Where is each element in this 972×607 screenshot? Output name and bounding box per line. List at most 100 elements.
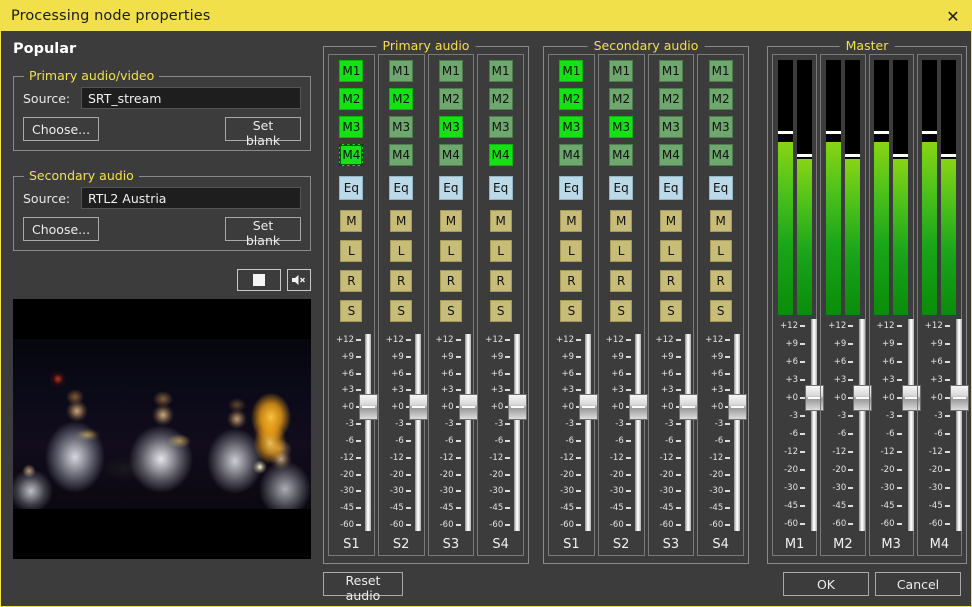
master-fader-handle[interactable]	[949, 384, 969, 411]
fader-track[interactable]	[514, 334, 521, 531]
fader-handle[interactable]	[579, 394, 598, 421]
matrix-button-m1[interactable]: M1	[559, 60, 584, 82]
matrix-button-m3[interactable]: M3	[609, 116, 634, 138]
pan-button-s[interactable]: S	[439, 300, 462, 322]
matrix-button-m4[interactable]: M4	[339, 144, 364, 166]
primary-source-input[interactable]	[81, 87, 301, 109]
fader-handle[interactable]	[458, 394, 478, 421]
fader-handle[interactable]	[678, 394, 698, 421]
ok-button[interactable]: OK	[783, 572, 869, 596]
pan-button-m[interactable]: M	[709, 210, 732, 232]
matrix-button-m4[interactable]: M4	[609, 144, 634, 166]
pan-button-l[interactable]: L	[560, 240, 583, 262]
matrix-button-m2[interactable]: M2	[389, 88, 414, 110]
matrix-button-m1[interactable]: M1	[389, 60, 414, 82]
master-fader-track[interactable]	[955, 319, 962, 531]
pan-button-m[interactable]: M	[340, 210, 363, 232]
matrix-button-m1[interactable]: M1	[708, 60, 733, 82]
eq-button[interactable]: Eq	[658, 176, 683, 200]
matrix-button-m3[interactable]: M3	[438, 116, 463, 138]
fader-handle[interactable]	[408, 394, 428, 421]
pan-button-s[interactable]: S	[489, 300, 512, 322]
fader-track[interactable]	[734, 334, 741, 531]
pan-button-s[interactable]: S	[390, 300, 413, 322]
pan-button-r[interactable]: R	[610, 270, 633, 292]
eq-button[interactable]: Eq	[488, 176, 513, 200]
matrix-button-m4[interactable]: M4	[708, 144, 733, 166]
fader-handle[interactable]	[628, 394, 648, 421]
pan-button-l[interactable]: L	[659, 240, 682, 262]
eq-button[interactable]: Eq	[559, 176, 584, 200]
primary-set-blank-button[interactable]: Set blank	[225, 117, 301, 148]
pan-button-r[interactable]: R	[560, 270, 583, 292]
matrix-button-m3[interactable]: M3	[559, 116, 584, 138]
pan-button-m[interactable]: M	[439, 210, 462, 232]
fader-track[interactable]	[464, 334, 471, 531]
eq-button[interactable]: Eq	[339, 176, 364, 200]
matrix-button-m1[interactable]: M1	[658, 60, 683, 82]
matrix-button-m2[interactable]: M2	[488, 88, 513, 110]
secondary-choose-button[interactable]: Choose...	[23, 217, 99, 241]
matrix-button-m2[interactable]: M2	[658, 88, 683, 110]
secondary-set-blank-button[interactable]: Set blank	[225, 217, 301, 248]
primary-choose-button[interactable]: Choose...	[23, 117, 99, 141]
pan-button-s[interactable]: S	[340, 300, 363, 322]
matrix-button-m2[interactable]: M2	[438, 88, 463, 110]
eq-button[interactable]: Eq	[708, 176, 733, 200]
pan-button-r[interactable]: R	[709, 270, 732, 292]
pan-button-s[interactable]: S	[560, 300, 583, 322]
cancel-button[interactable]: Cancel	[875, 572, 961, 596]
matrix-button-m1[interactable]: M1	[438, 60, 463, 82]
matrix-button-m2[interactable]: M2	[708, 88, 733, 110]
pan-button-r[interactable]: R	[340, 270, 363, 292]
pan-button-l[interactable]: L	[489, 240, 512, 262]
fader-handle[interactable]	[728, 394, 748, 421]
matrix-button-m2[interactable]: M2	[559, 88, 584, 110]
pan-button-l[interactable]: L	[340, 240, 363, 262]
matrix-button-m4[interactable]: M4	[658, 144, 683, 166]
master-fader-track[interactable]	[859, 319, 866, 531]
matrix-button-m1[interactable]: M1	[609, 60, 634, 82]
pan-button-r[interactable]: R	[390, 270, 413, 292]
speaker-mute-icon[interactable]	[287, 269, 311, 291]
fader-track[interactable]	[585, 334, 591, 531]
eq-button[interactable]: Eq	[389, 176, 414, 200]
matrix-button-m1[interactable]: M1	[488, 60, 513, 82]
pan-button-l[interactable]: L	[709, 240, 732, 262]
matrix-button-m4[interactable]: M4	[389, 144, 414, 166]
matrix-button-m3[interactable]: M3	[658, 116, 683, 138]
matrix-button-m3[interactable]: M3	[339, 116, 364, 138]
master-fader-track[interactable]	[907, 319, 914, 531]
video-preview[interactable]	[13, 299, 311, 559]
pan-button-l[interactable]: L	[390, 240, 413, 262]
pan-button-s[interactable]: S	[610, 300, 633, 322]
pan-button-r[interactable]: R	[439, 270, 462, 292]
eq-button[interactable]: Eq	[438, 176, 463, 200]
pan-button-l[interactable]: L	[610, 240, 633, 262]
fader-track[interactable]	[684, 334, 691, 531]
fader-handle[interactable]	[359, 394, 378, 421]
matrix-button-m2[interactable]: M2	[339, 88, 364, 110]
fader-track[interactable]	[365, 334, 371, 531]
fader-track[interactable]	[634, 334, 641, 531]
fader-handle[interactable]	[508, 394, 528, 421]
eq-button[interactable]: Eq	[609, 176, 634, 200]
pan-button-l[interactable]: L	[439, 240, 462, 262]
reset-audio-button[interactable]: Reset audio	[323, 572, 403, 603]
matrix-button-m1[interactable]: M1	[339, 60, 364, 82]
master-fader-track[interactable]	[811, 319, 817, 531]
matrix-button-m3[interactable]: M3	[708, 116, 733, 138]
pan-button-m[interactable]: M	[659, 210, 682, 232]
secondary-source-input[interactable]	[81, 187, 301, 209]
pan-button-m[interactable]: M	[610, 210, 633, 232]
matrix-button-m4[interactable]: M4	[488, 144, 513, 166]
stop-icon[interactable]	[237, 269, 281, 291]
pan-button-s[interactable]: S	[659, 300, 682, 322]
matrix-button-m3[interactable]: M3	[389, 116, 414, 138]
matrix-button-m3[interactable]: M3	[488, 116, 513, 138]
pan-button-m[interactable]: M	[390, 210, 413, 232]
pan-button-m[interactable]: M	[489, 210, 512, 232]
close-icon[interactable]: ✕	[933, 1, 971, 31]
pan-button-r[interactable]: R	[489, 270, 512, 292]
matrix-button-m4[interactable]: M4	[559, 144, 584, 166]
